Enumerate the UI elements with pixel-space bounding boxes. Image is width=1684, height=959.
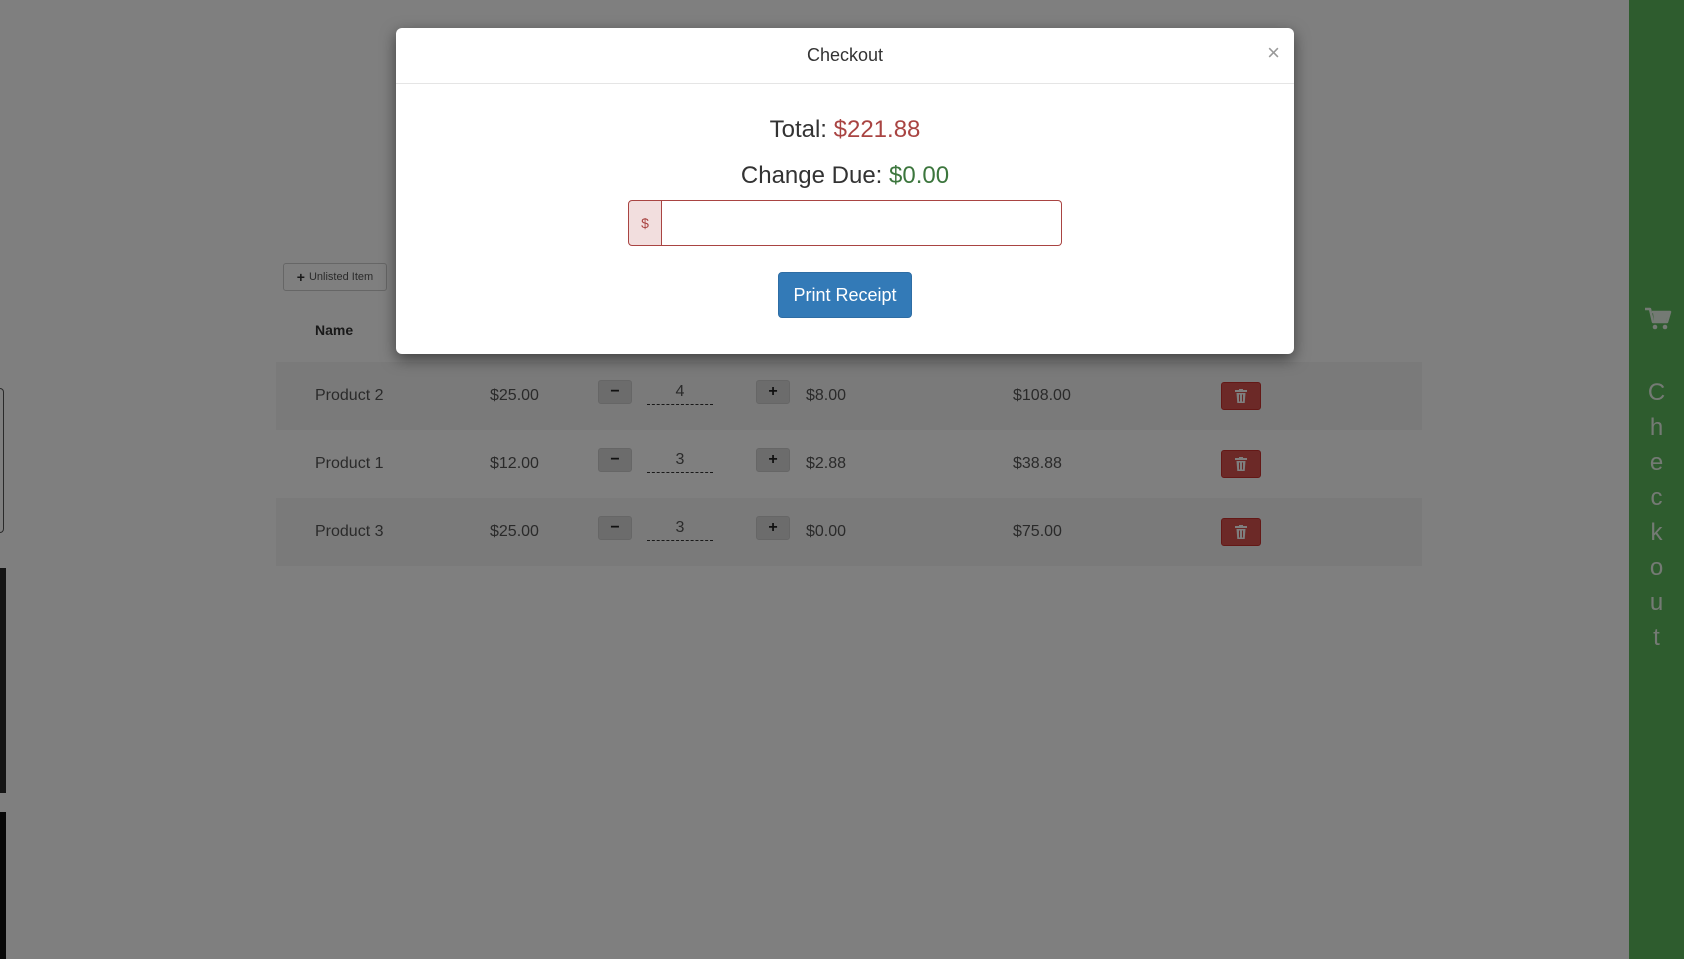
modal-header: Checkout × xyxy=(396,28,1294,84)
print-receipt-button[interactable]: Print Receipt xyxy=(778,272,912,318)
payment-amount-input[interactable] xyxy=(662,200,1062,246)
total-line: Total: $221.88 xyxy=(396,116,1294,144)
total-amount: $221.88 xyxy=(833,116,921,143)
payment-input-group: $ xyxy=(628,200,1062,246)
checkout-modal: Checkout × Total: $221.88 Change Due: $0… xyxy=(396,28,1294,354)
modal-title: Checkout xyxy=(806,45,884,65)
total-label: Total: xyxy=(769,116,827,143)
change-amount: $0.00 xyxy=(889,162,950,189)
change-line: Change Due: $0.00 xyxy=(396,162,1294,190)
close-icon[interactable]: × xyxy=(1267,40,1280,66)
currency-addon: $ xyxy=(628,200,662,246)
change-label: Change Due: xyxy=(740,162,883,189)
